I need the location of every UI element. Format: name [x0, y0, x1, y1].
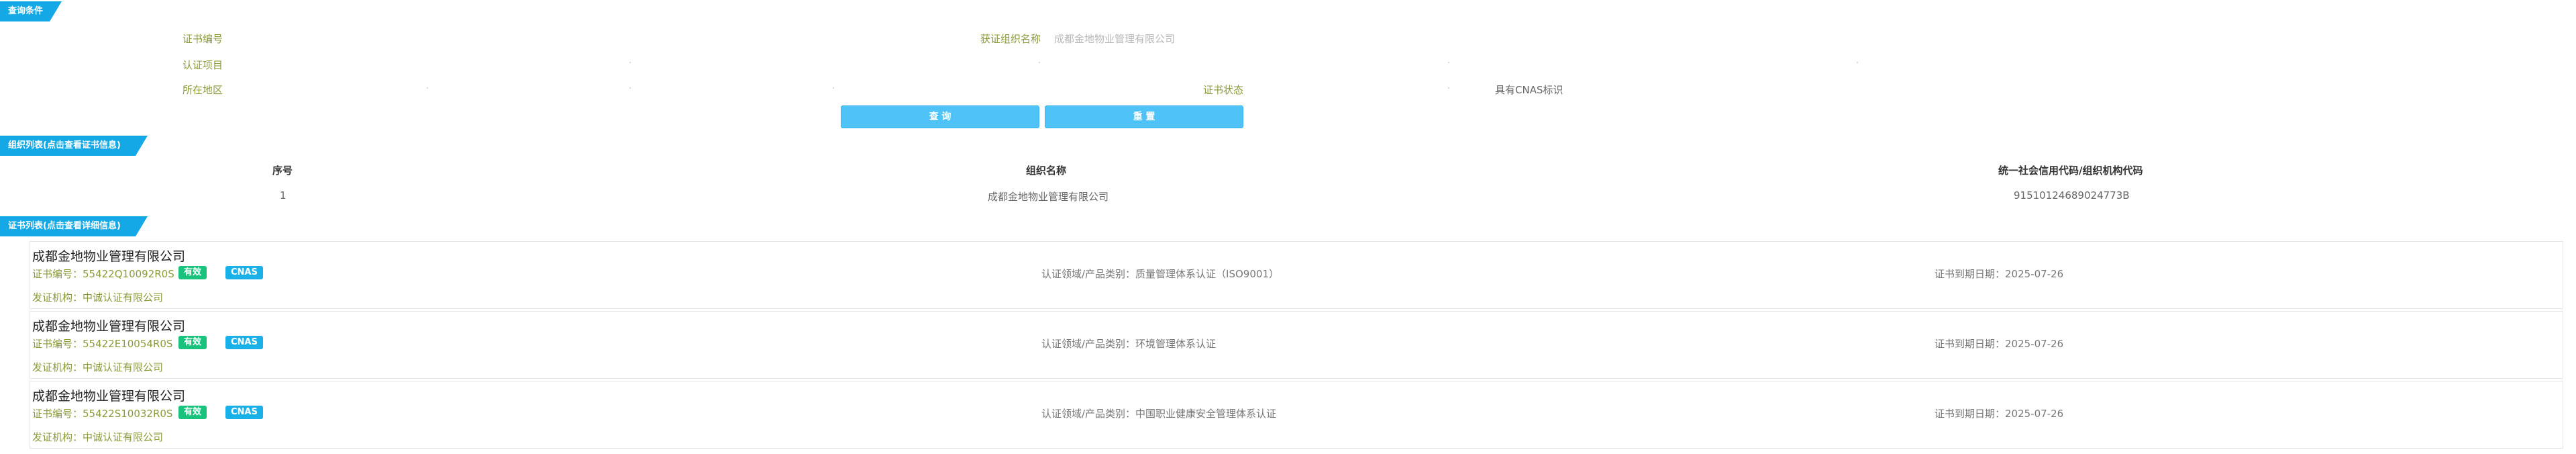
divider-dot [629, 62, 631, 63]
card-issuer: 发证机构：中诚认证有限公司 [32, 291, 164, 304]
card-issuer: 发证机构：中诚认证有限公司 [32, 431, 164, 443]
card-field: 认证领域/产品类别：中国职业健康安全管理体系认证 [1041, 408, 1277, 420]
card-org-name: 成都金地物业管理有限公司 [32, 319, 186, 334]
col-index: 序号 [272, 165, 293, 177]
card-cert-no: 证书编号：55422E10054R0S [32, 338, 173, 350]
cert-section-title: 证书列表(点击查看详细信息) [0, 216, 148, 236]
status-badge: 有效 [178, 336, 207, 349]
cnas-badge: CNAS [225, 336, 263, 349]
org-name-label: 获证组织名称 [980, 33, 1041, 45]
cert-card[interactable]: 成都金地物业管理有限公司 证书编号：55422E10054R0S 有效 CNAS… [30, 311, 2563, 379]
cert-item-label: 认证项目 [183, 59, 223, 71]
divider-dot [1857, 62, 1858, 63]
search-button[interactable]: 查 询 [841, 105, 1039, 128]
card-cert-no: 证书编号：55422S10032R0S [32, 408, 173, 420]
row-index: 1 [280, 189, 287, 201]
search-section-title: 查询条件 [0, 1, 62, 21]
row-credit-code: 91510124689024773B [2014, 189, 2130, 201]
col-org-name: 组织名称 [1026, 165, 1067, 177]
table-row[interactable]: 1 成都金地物业管理有限公司 91510124689024773B [0, 183, 2576, 206]
card-org-name: 成都金地物业管理有限公司 [32, 389, 186, 404]
status-badge: 有效 [178, 266, 207, 279]
cert-card[interactable]: 成都金地物业管理有限公司 证书编号：55422Q10092R0S 有效 CNAS… [30, 241, 2563, 309]
cert-no-input[interactable] [228, 30, 899, 46]
cert-card[interactable]: 成都金地物业管理有限公司 证书编号：55422S10032R0S 有效 CNAS… [30, 381, 2563, 449]
cnas-label[interactable]: 具有CNAS标识 [1495, 83, 1563, 97]
cnas-badge: CNAS [225, 266, 263, 279]
cert-status-label: 证书状态 [1203, 84, 1244, 96]
cert-no-label: 证书编号 [183, 33, 223, 45]
org-name-input[interactable]: 成都金地物业管理有限公司 [1054, 32, 1175, 46]
card-expiry: 证书到期日期：2025-07-26 [1935, 408, 2064, 420]
divider-dot [427, 87, 428, 89]
card-expiry: 证书到期日期：2025-07-26 [1935, 268, 2064, 280]
cnas-badge: CNAS [225, 406, 263, 419]
divider-dot [629, 87, 631, 89]
card-issuer: 发证机构：中诚认证有限公司 [32, 361, 164, 373]
col-credit-code: 统一社会信用代码/组织机构代码 [1998, 165, 2143, 177]
card-org-name: 成都金地物业管理有限公司 [32, 249, 186, 264]
reset-button[interactable]: 重 置 [1045, 105, 1243, 128]
cert-item-select[interactable] [228, 56, 1839, 72]
region-label: 所在地区 [183, 84, 223, 96]
card-field: 认证领域/产品类别：环境管理体系认证 [1041, 338, 1217, 350]
divider-dot [833, 87, 834, 89]
row-org-name[interactable]: 成都金地物业管理有限公司 [988, 189, 1109, 203]
cert-status-select[interactable] [1255, 81, 1456, 97]
card-cert-no: 证书编号：55422Q10092R0S [32, 268, 174, 280]
card-field: 认证领域/产品类别：质量管理体系认证（ISO9001） [1041, 268, 1279, 280]
divider-dot [1448, 87, 1449, 89]
status-badge: 有效 [178, 406, 207, 419]
card-expiry: 证书到期日期：2025-07-26 [1935, 338, 2064, 350]
divider-dot [1039, 62, 1040, 63]
org-section-title: 组织列表(点击查看证书信息) [0, 136, 148, 156]
divider-dot [1448, 62, 1449, 63]
region-select[interactable] [228, 81, 1168, 97]
